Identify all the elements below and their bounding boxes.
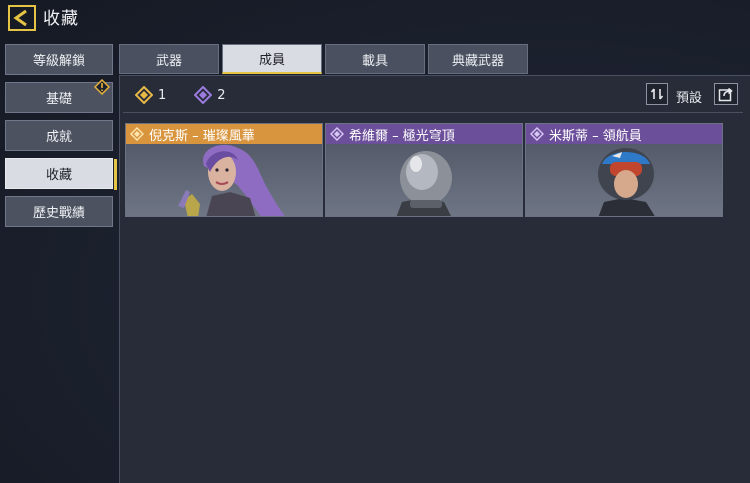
preset-label[interactable]: 預設: [676, 87, 702, 106]
character-portrait: [396, 151, 452, 216]
tab-members[interactable]: 成員: [222, 44, 322, 74]
gold-diamond-icon: [135, 86, 153, 104]
tab-weapons[interactable]: 武器: [119, 44, 219, 74]
card-header: 米斯蒂 – 領航員: [526, 124, 722, 144]
card-title: 倪克斯 – 璀璨風華: [149, 128, 255, 144]
sort-button[interactable]: [646, 83, 668, 105]
sidebar-item-label: 等級解鎖: [32, 54, 85, 69]
tab-label: 典藏武器: [451, 53, 504, 69]
tab-label: 成員: [258, 53, 285, 68]
gold-counter: 1: [135, 86, 166, 104]
share-button[interactable]: [714, 83, 738, 105]
gold-diamond-icon: [130, 127, 144, 141]
sidebar-item-achievements[interactable]: 成就: [5, 120, 113, 151]
page-title: 收藏: [43, 9, 79, 29]
sidebar-item-collection[interactable]: 收藏: [5, 158, 117, 190]
tab-label: 武器: [155, 53, 182, 69]
card-header: 希維爾 – 極光穹頂: [326, 124, 522, 144]
member-card[interactable]: 倪克斯 – 璀璨風華: [125, 123, 323, 217]
tab-vehicles[interactable]: 載具: [325, 44, 425, 74]
header: 收藏: [0, 0, 750, 40]
character-portrait: [178, 144, 285, 216]
card-title: 米斯蒂 – 領航員: [549, 128, 642, 144]
sort-arrows-icon: [650, 88, 664, 100]
member-card[interactable]: 米斯蒂 – 領航員: [525, 123, 723, 217]
sidebar-item-label: 歷史戰績: [32, 206, 85, 221]
back-button[interactable]: [8, 5, 36, 31]
warning-icon: [94, 79, 110, 95]
purple-diamond-icon: [530, 127, 544, 141]
sidebar-item-history[interactable]: 歷史戰績: [5, 196, 113, 227]
tab-collector-weapons[interactable]: 典藏武器: [428, 44, 528, 74]
divider: [123, 112, 743, 113]
back-arrow-icon: [8, 5, 36, 31]
purple-counter: 2: [194, 86, 226, 104]
sidebar-item-label: 成就: [45, 130, 72, 145]
purple-diamond-icon: [194, 86, 213, 104]
tab-label: 載具: [361, 53, 388, 69]
gold-count: 1: [158, 87, 167, 103]
sidebar-item-level-unlock[interactable]: 等級解鎖: [5, 44, 113, 75]
purple-count: 2: [217, 87, 226, 103]
sidebar: 等級解鎖 基礎 成就 收藏 歷史戰績: [5, 44, 117, 234]
purple-diamond-icon: [330, 127, 344, 141]
share-icon: [718, 87, 733, 102]
tab-bar: 武器 成員 載具 典藏武器: [119, 44, 531, 75]
character-portrait: [598, 148, 655, 216]
sidebar-item-label: 基礎: [45, 92, 72, 107]
sidebar-item-label: 收藏: [45, 168, 72, 183]
rarity-counters: 1 2: [135, 86, 254, 104]
sidebar-item-basic[interactable]: 基礎: [5, 79, 113, 113]
member-card[interactable]: 希維爾 – 極光穹頂: [325, 123, 523, 217]
card-title: 希維爾 – 極光穹頂: [349, 128, 455, 144]
card-header: 倪克斯 – 璀璨風華: [126, 124, 322, 144]
